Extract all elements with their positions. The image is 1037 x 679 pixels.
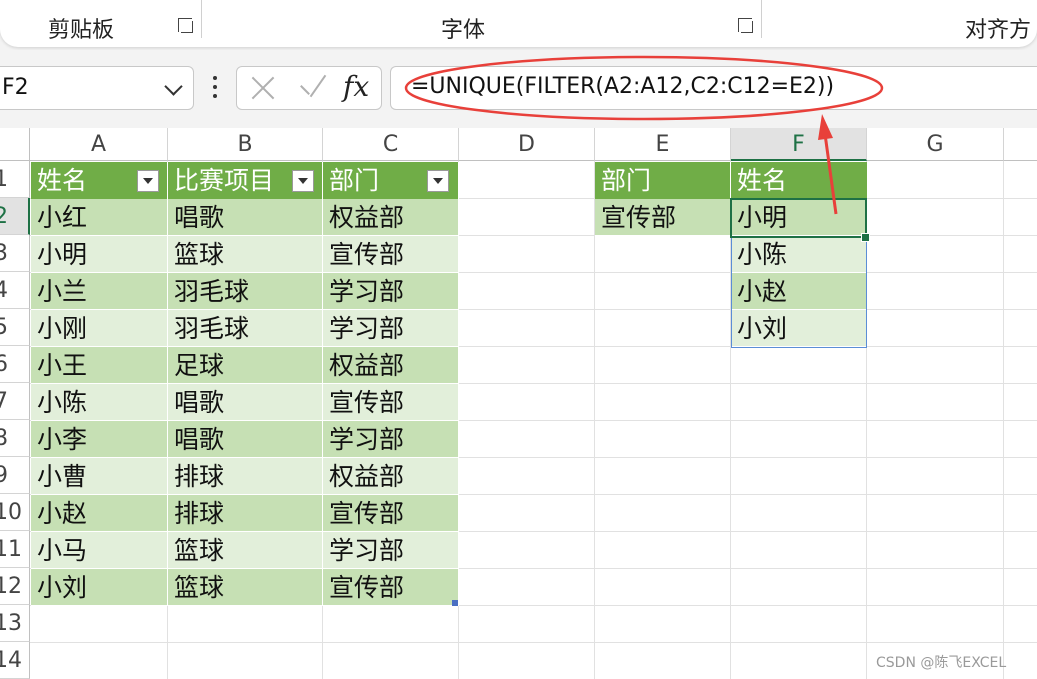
column-header-a[interactable]: A	[30, 128, 168, 161]
table-cell[interactable]: 学习部	[323, 532, 459, 569]
table-cell[interactable]: 排球	[168, 495, 323, 532]
table-header-dept[interactable]: 部门	[323, 162, 459, 199]
table-cell[interactable]: 学习部	[323, 273, 459, 310]
row-header-3[interactable]: 3	[0, 235, 30, 272]
ribbon-group-clipboard-label: 剪贴板	[48, 18, 115, 43]
row-header-6[interactable]: 6	[0, 346, 30, 383]
table-cell[interactable]: 小刚	[31, 310, 168, 347]
table-cell[interactable]: 羽毛球	[168, 273, 323, 310]
table-cell[interactable]: 唱歌	[168, 199, 323, 236]
table-cell[interactable]: 小红	[31, 199, 168, 236]
row-header-11[interactable]: 11	[0, 531, 30, 568]
table-cell[interactable]: 宣传部	[323, 236, 459, 273]
table-cell[interactable]: 排球	[168, 458, 323, 495]
table-cell[interactable]: 权益部	[323, 347, 459, 384]
row-header-7[interactable]: 7	[0, 383, 30, 420]
filter-dropdown-icon[interactable]	[137, 170, 159, 192]
table-cell[interactable]: 宣传部	[323, 569, 459, 606]
formula-input[interactable]: =UNIQUE(FILTER(A2:A12,C2:C12=E2))	[390, 66, 1037, 110]
formula-buttons: fx	[236, 66, 382, 110]
row-header-2[interactable]: 2	[0, 198, 30, 235]
ribbon: 剪贴板 字体 对齐方	[0, 0, 1037, 50]
row-header-9[interactable]: 9	[0, 457, 30, 494]
table-cell[interactable]: 篮球	[168, 569, 323, 606]
ribbon-separator	[761, 0, 762, 38]
ribbon-group-font-label: 字体	[441, 18, 486, 43]
insert-function-icon[interactable]: fx	[343, 70, 369, 103]
table-cell[interactable]: 小李	[31, 421, 168, 458]
table-cell[interactable]: 小王	[31, 347, 168, 384]
name-box-value: F2	[2, 75, 29, 100]
enter-check-icon[interactable]	[297, 75, 327, 101]
row-header-8[interactable]: 8	[0, 420, 30, 457]
column-header-c[interactable]: C	[323, 128, 459, 161]
column-header-g[interactable]: G	[867, 128, 1004, 161]
table-cell[interactable]: 权益部	[323, 458, 459, 495]
table-cell[interactable]: 宣传部	[323, 384, 459, 421]
table-cell[interactable]: 小赵	[31, 495, 168, 532]
filter-dropdown-icon[interactable]	[427, 170, 449, 192]
row-header-13[interactable]: 13	[0, 605, 30, 642]
table-header-name-label: 姓名	[37, 166, 88, 195]
table-cell[interactable]: 小刘	[31, 569, 168, 606]
column-header-d[interactable]: D	[459, 128, 595, 161]
table-cell[interactable]: 小马	[31, 532, 168, 569]
cancel-icon[interactable]	[250, 75, 276, 101]
table-cell[interactable]: 小兰	[31, 273, 168, 310]
table-cell[interactable]: 学习部	[323, 421, 459, 458]
formula-text: =UNIQUE(FILTER(A2:A12,C2:C12=E2))	[411, 74, 835, 99]
table-header-event-label: 比赛项目	[174, 166, 275, 195]
table-cell[interactable]: 唱歌	[168, 384, 323, 421]
more-options-icon[interactable]	[213, 76, 217, 100]
column-header-e[interactable]: E	[595, 128, 731, 161]
table-header-dept-label: 部门	[329, 166, 380, 195]
row-header-10[interactable]: 10	[0, 494, 30, 531]
table-header-name[interactable]: 姓名	[31, 162, 168, 199]
column-header-f[interactable]: F	[731, 128, 867, 161]
row-header-4[interactable]: 4	[0, 272, 30, 309]
row-header-12[interactable]: 12	[0, 568, 30, 605]
filter-dropdown-icon[interactable]	[292, 170, 314, 192]
font-launcher-icon[interactable]	[738, 18, 753, 33]
ribbon-panel: 剪贴板 字体 对齐方	[0, 0, 1037, 47]
table-resize-handle[interactable]	[452, 600, 458, 606]
active-cell-border	[730, 198, 867, 238]
chevron-down-icon[interactable]	[164, 77, 183, 96]
result-cell[interactable]: 小赵	[731, 273, 867, 310]
watermark: CSDN @陈飞EXCEL	[876, 655, 1007, 671]
column-header-b[interactable]: B	[168, 128, 323, 161]
table-cell[interactable]: 足球	[168, 347, 323, 384]
result-header[interactable]: 姓名	[731, 162, 867, 199]
row-header-5[interactable]: 5	[0, 309, 30, 346]
table-cell[interactable]: 唱歌	[168, 421, 323, 458]
table-cell[interactable]: 权益部	[323, 199, 459, 236]
table-cell[interactable]: 篮球	[168, 236, 323, 273]
name-box[interactable]: F2	[0, 66, 194, 110]
table-cell[interactable]: 学习部	[323, 310, 459, 347]
result-cell[interactable]: 小陈	[731, 236, 867, 273]
table-header-event[interactable]: 比赛项目	[168, 162, 323, 199]
result-cell[interactable]: 小刘	[731, 310, 867, 347]
criteria-value[interactable]: 宣传部	[595, 199, 731, 236]
column-header-h[interactable]	[1004, 128, 1037, 161]
criteria-header[interactable]: 部门	[595, 162, 731, 199]
table-cell[interactable]: 小明	[31, 236, 168, 273]
table-cell[interactable]: 小陈	[31, 384, 168, 421]
table-cell[interactable]: 羽毛球	[168, 310, 323, 347]
table-cell[interactable]: 宣传部	[323, 495, 459, 532]
row-header-14[interactable]: 14	[0, 642, 30, 679]
table-cell[interactable]: 篮球	[168, 532, 323, 569]
row-header-1[interactable]: 1	[0, 161, 30, 198]
select-all-corner[interactable]	[0, 128, 30, 161]
clipboard-launcher-icon[interactable]	[178, 18, 193, 33]
ribbon-separator	[201, 0, 202, 38]
ribbon-group-alignment-label: 对齐方	[965, 18, 1032, 43]
table-cell[interactable]: 小曹	[31, 458, 168, 495]
fill-handle[interactable]	[861, 233, 870, 242]
